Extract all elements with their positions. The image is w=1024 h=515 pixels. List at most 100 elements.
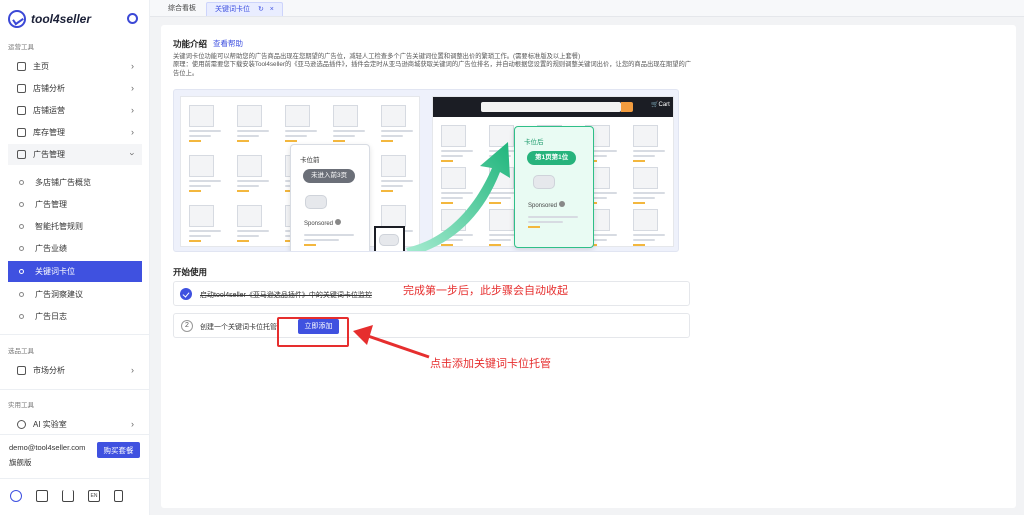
sidebar-subitem-smart-rules[interactable]: 智能托管规则 [8,216,142,237]
divider [0,334,150,335]
tab-keyword-rank[interactable]: 关键词卡位 ↻ × [206,2,283,16]
bullet-icon [19,202,24,207]
bullet-icon [19,292,24,297]
bullet-icon [19,314,24,319]
tab-bar: 综合看板 关键词卡位 ↻ × [150,0,1024,17]
bullet-icon [19,246,24,251]
bullet-icon [19,269,24,274]
sidebar-item-inventory[interactable]: 库存管理 › [8,122,142,143]
line [528,221,563,223]
sidebar: tool4seller 运营工具 主页 › 店铺分析 › 店铺运营 › 库存管理… [0,0,150,515]
download-icon[interactable] [62,490,74,502]
language-icon[interactable]: EN [88,490,100,502]
sidebar-item-ads[interactable]: 广告管理 › [8,144,142,165]
market-icon [17,366,26,375]
sponsored-text: Sponsored [528,203,558,209]
check-circle-icon [180,288,192,300]
intro-title: 功能介绍 [173,39,208,49]
sidebar-item-ai-lab[interactable]: AI 实验室 › [8,414,142,435]
warehouse-icon [17,128,26,137]
sidebar-item-label: 店铺运营 [33,106,65,115]
sidebar-item-label: 广告业绩 [35,244,67,253]
chevron-down-icon: › [127,152,138,156]
chevron-right-icon: › [131,127,134,137]
after-badge: 第1页第1位 [527,151,577,165]
divider [0,389,150,390]
annotation-highlight-box [277,317,349,347]
sidebar-item-home[interactable]: 主页 › [8,56,142,77]
sidebar-item-label: AI 实验室 [33,420,67,429]
annotation-arrow [353,325,430,359]
sidebar-item-store-ops[interactable]: 店铺运营 › [8,100,142,121]
line [528,216,578,218]
annotation-note-2: 点击添加关键词卡位托管 [430,358,551,370]
logo[interactable]: tool4seller [8,10,91,28]
chevron-right-icon: › [131,419,134,429]
sidebar-subitem-keyword-rank[interactable]: 关键词卡位 [8,261,142,282]
refresh-icon[interactable]: ↻ [258,6,264,13]
tab-dashboard[interactable]: 综合看板 [160,2,204,16]
help-link[interactable]: 查看帮助 [213,38,243,49]
sidebar-item-label: 店铺分析 [33,84,65,93]
step-2-number: 2 [181,320,193,332]
rating-stars [528,226,540,228]
after-card: 卡位后 第1页第1位 Sponsored [514,126,594,248]
bullet-icon [19,224,24,229]
divider [0,434,150,435]
chevron-right-icon: › [131,61,134,71]
divider [0,478,150,479]
monitor-icon [17,150,26,159]
sidebar-subitem-ad-manage[interactable]: 广告管理 [8,194,142,215]
ai-icon [17,420,26,429]
product-lines [528,213,578,228]
step-1-text: 启动tool4seller《亚马逊选品插件》中的关键词卡位监控 [200,292,372,299]
transition-arrow [406,142,510,251]
sidebar-subitem-ad-log[interactable]: 广告日志 [8,306,142,327]
feature-illustration: 🛒Cart 卡位前 未进入前3页 Sponsored 卡位后 第1页第1位 Sp… [173,89,679,252]
sidebar-subitem-ad-performance[interactable]: 广告业绩 [8,238,142,259]
step-2: 2 创建一个关键词卡位托管 立即添加 [173,313,690,338]
tab-label: 关键词卡位 [215,6,250,13]
sidebar-item-store-analysis[interactable]: 店铺分析 › [8,78,142,99]
sidebar-item-label: 广告日志 [35,312,67,321]
intro-description: 关键词卡位功能可以帮助您的广告商品出现在您期望的广告位，减轻人工检查多个广告关键… [173,53,693,78]
sidebar-item-label: 市场分析 [33,366,65,375]
annotation-note-1: 完成第一步后，此步骤会自动收起 [403,285,568,297]
sidebar-item-label: 主页 [33,62,49,71]
sidebar-item-label: 智能托管规则 [35,222,83,231]
user-email: demo@tool4seller.com [9,443,86,452]
close-icon[interactable]: × [270,6,274,13]
chevron-right-icon: › [131,105,134,115]
section-util-title: 实用工具 [8,402,34,409]
sidebar-item-label: 广告管理 [35,200,67,209]
product-pillow-image [533,175,555,189]
step-2-text: 创建一个关键词卡位托管 [200,324,277,331]
sponsored-label: Sponsored [528,201,565,209]
sidebar-item-market[interactable]: 市场分析 › [8,360,142,381]
mail-icon[interactable] [36,490,48,502]
sidebar-item-label: 关键词卡位 [35,267,75,276]
sidebar-subitem-ad-insights[interactable]: 广告洞察建议 [8,284,142,305]
sidebar-item-label: 广告管理 [33,150,65,159]
mobile-icon[interactable] [114,490,123,502]
sidebar-item-label: 库存管理 [33,128,65,137]
sidebar-item-label: 多店铺广告概览 [35,178,91,187]
info-icon [558,201,565,207]
section-select-title: 选品工具 [8,348,34,355]
sidebar-subitem-multi-store[interactable]: 多店铺广告概览 [8,172,142,193]
desc-line-2: 原理：使用前需要您下载安装Tool4seller的《亚马逊选品插件》，插件会定时… [173,61,692,77]
after-title: 卡位后 [524,139,544,146]
bottom-toolbar: EN [10,490,123,502]
sidebar-item-label: 广告洞察建议 [35,290,83,299]
store-icon [17,106,26,115]
user-plan: 旗舰版 [9,458,32,467]
buy-plan-button[interactable]: 购买套餐 [97,442,140,458]
chevron-right-icon: › [131,365,134,375]
settings-icon[interactable] [127,13,138,24]
home-icon [17,62,26,71]
chart-icon [17,84,26,93]
start-title: 开始使用 [173,267,208,277]
user-icon[interactable] [10,490,22,502]
bullet-icon [19,180,24,185]
logo-icon [8,10,26,28]
